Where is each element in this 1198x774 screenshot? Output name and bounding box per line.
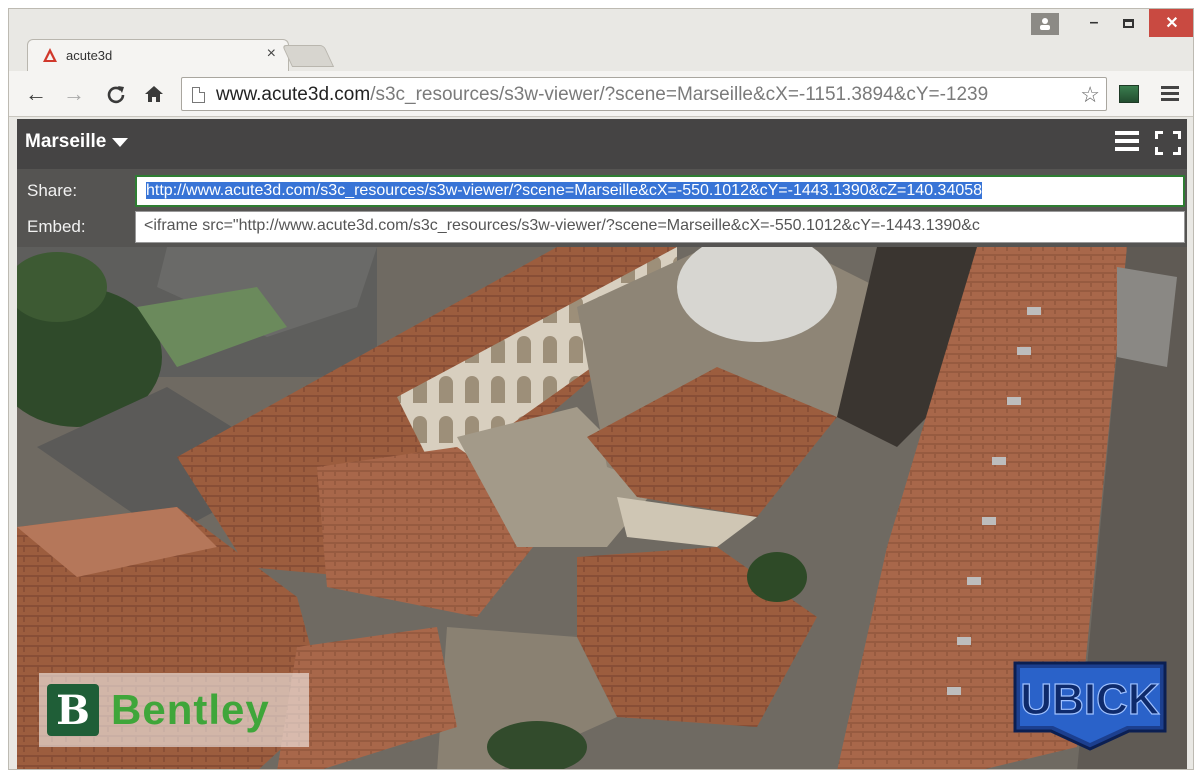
home-icon[interactable] — [141, 81, 167, 107]
bentley-wordmark: Bentley — [111, 686, 270, 733]
minimize-button[interactable]: – — [1079, 9, 1109, 37]
acute3d-favicon-icon — [43, 48, 57, 62]
maximize-icon — [1122, 18, 1134, 28]
ubick-logo: UBICK — [1013, 661, 1167, 751]
s3w-viewer[interactable]: Marseille Share: http://www.acute3d.com/… — [17, 119, 1187, 769]
maximize-button[interactable] — [1113, 9, 1143, 37]
menu-icon[interactable] — [1161, 83, 1179, 103]
address-bar[interactable]: www.acute3d.com/s3c_resources/s3w-viewer… — [181, 77, 1107, 111]
url-text[interactable]: www.acute3d.com/s3c_resources/s3w-viewer… — [216, 84, 1068, 106]
hamburger-menu-icon[interactable] — [1115, 131, 1139, 153]
bentley-logo: B Bentley — [39, 673, 309, 747]
scene-selector[interactable]: Marseille — [25, 131, 129, 153]
user-icon — [1040, 18, 1050, 30]
scene-name: Marseille — [25, 131, 107, 152]
title-bar: acute3d × – ✕ — [9, 9, 1193, 71]
reload-icon[interactable] — [103, 81, 129, 107]
chevron-down-icon — [112, 137, 129, 147]
share-label: Share: — [27, 181, 78, 200]
viewer-top-bar: Marseille — [17, 119, 1187, 169]
new-tab-button[interactable] — [281, 45, 335, 67]
back-arrow-icon[interactable]: ← — [23, 81, 49, 107]
close-window-button[interactable]: ✕ — [1149, 9, 1193, 37]
extension-icon[interactable] — [1119, 85, 1139, 103]
browser-toolbar: ← → www.acute3d.com/s3c_resources/s3w-vi… — [9, 71, 1193, 117]
page-icon — [192, 87, 205, 103]
url-path: /s3c_resources/s3w-viewer/?scene=Marseil… — [370, 84, 989, 105]
embed-label: Embed: — [27, 217, 86, 236]
tab-acute3d[interactable]: acute3d × — [27, 39, 289, 71]
bentley-mark-icon: B — [47, 684, 99, 736]
star-icon[interactable]: ☆ — [1080, 82, 1100, 108]
share-url-text: http://www.acute3d.com/s3c_resources/s3w… — [146, 182, 983, 199]
share-url-field[interactable]: http://www.acute3d.com/s3c_resources/s3w… — [135, 175, 1185, 207]
ubick-wordmark: UBICK — [1020, 675, 1160, 724]
tab-close-icon[interactable]: × — [267, 45, 276, 63]
tab-title: acute3d — [66, 48, 113, 63]
share-panel: Share: http://www.acute3d.com/s3c_resour… — [17, 169, 1187, 247]
browser-window: acute3d × – ✕ ← → www.acute3d.com/s3c_re… — [8, 8, 1194, 770]
embed-code-field[interactable]: <iframe src="http://www.acute3d.com/s3c_… — [135, 211, 1185, 243]
user-profile-button[interactable] — [1031, 13, 1059, 35]
fullscreen-icon[interactable] — [1155, 131, 1181, 155]
forward-arrow-icon[interactable]: → — [61, 81, 87, 107]
url-host: www.acute3d.com — [216, 84, 371, 105]
